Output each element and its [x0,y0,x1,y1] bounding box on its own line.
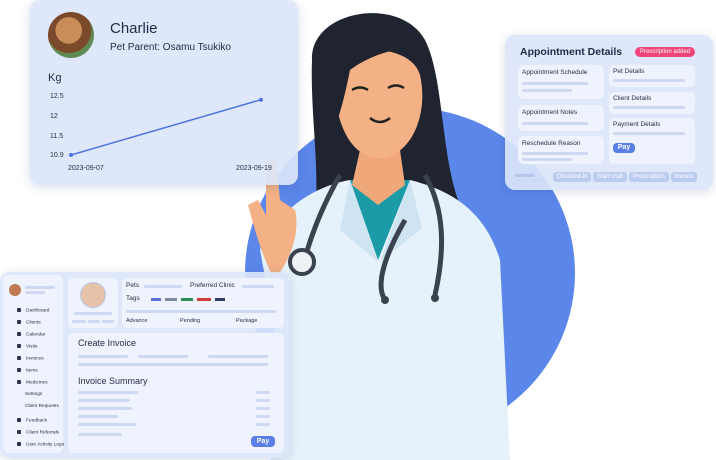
appointment-schedule-section: Appointment Schedule [518,65,604,99]
data-point [259,97,263,102]
pay-button[interactable]: Pay [613,143,635,153]
x-tick-label: 2023-09-19 [236,165,272,172]
sidebar-item-user-activity-logs[interactable]: User Activity Logs [17,442,64,447]
weight-chart [69,97,263,157]
sidebar-item-visits[interactable]: Visits [17,344,37,349]
sidebar-item-settings[interactable]: Settings [25,392,42,397]
section-label: Pet Details [613,68,645,75]
tab-prescription[interactable]: Prescription [629,172,669,182]
section-label: Appointment Notes [522,109,578,116]
pet-card: Charlie Pet Parent: Osamu Tsukiko Kg 12.… [30,0,298,185]
create-invoice-title: Create Invoice [78,338,137,348]
pending-label: Pending [180,318,201,324]
appointment-title: Appointment Details [520,46,623,58]
sidebar-item-client-referrals[interactable]: Client Referrals [17,430,59,435]
pets-label: Pets [126,282,140,289]
avatar [80,282,106,308]
avatar [9,284,21,296]
invoice-summary-title: Invoice Summary [78,376,148,386]
tab-checked-in[interactable]: Checked-In [553,172,591,182]
advance-label: Advance [126,318,148,324]
tags-label: Tags [126,295,140,302]
tag-chip [215,298,225,301]
sidebar-item-invoices[interactable]: Invoices [17,356,44,361]
appointment-notes-section: Appointment Notes [518,105,604,131]
client-details-section: Client Details [609,92,695,114]
section-label: Reschedule Reason [522,140,581,147]
sidebar-item-feedback[interactable]: Feedback [17,418,47,423]
invoice-pay-button[interactable]: Pay [251,436,275,447]
payment-details-section: Payment Details Pay [609,118,695,164]
sidebar-item-medicines[interactable]: Medicines [17,380,48,385]
sidebar-item-dashboard[interactable]: Dashboard [17,308,49,313]
section-label: Client Details [613,95,652,102]
data-point [69,153,73,157]
sidebar-item-calendar[interactable]: Calendar [17,332,45,337]
tag-chip [197,298,211,301]
tab-start-visit[interactable]: Start Visit [593,172,627,182]
sidebar-item-clients[interactable]: Clients [17,320,41,325]
tag-chip [165,298,177,301]
package-label: Package [236,318,258,324]
dashboard-card: Dashboard Clients Calendar Visits Invoic… [0,272,290,458]
appointment-card: Appointment Details Prescription added A… [505,35,713,190]
preferred-clinic-label: Preferred Clinic [190,282,235,289]
sidebar-item-client-requests[interactable]: Client Requests [25,404,59,409]
client-profile-box [68,278,118,328]
series-line [70,98,262,156]
prescription-badge: Prescription added [635,47,696,57]
tab-invoice[interactable]: Invoice [671,172,697,182]
tag-chip [181,298,193,301]
x-tick-label: 2023-09-07 [68,165,104,172]
sidebar: Dashboard Clients Calendar Visits Invoic… [3,275,64,453]
pet-details-section: Pet Details [609,65,695,87]
tag-chip [151,298,161,301]
sidebar-item-items[interactable]: Items [17,368,38,373]
invoice-area: Create Invoice Invoice Summary Pay [68,333,284,453]
section-label: Appointment Schedule [522,69,588,76]
section-label: Payment Details [613,121,661,128]
reschedule-reason-section: Reschedule Reason [518,136,604,164]
pets-info-box: Pets Preferred Clinic Tags Advance Pendi… [122,278,284,328]
